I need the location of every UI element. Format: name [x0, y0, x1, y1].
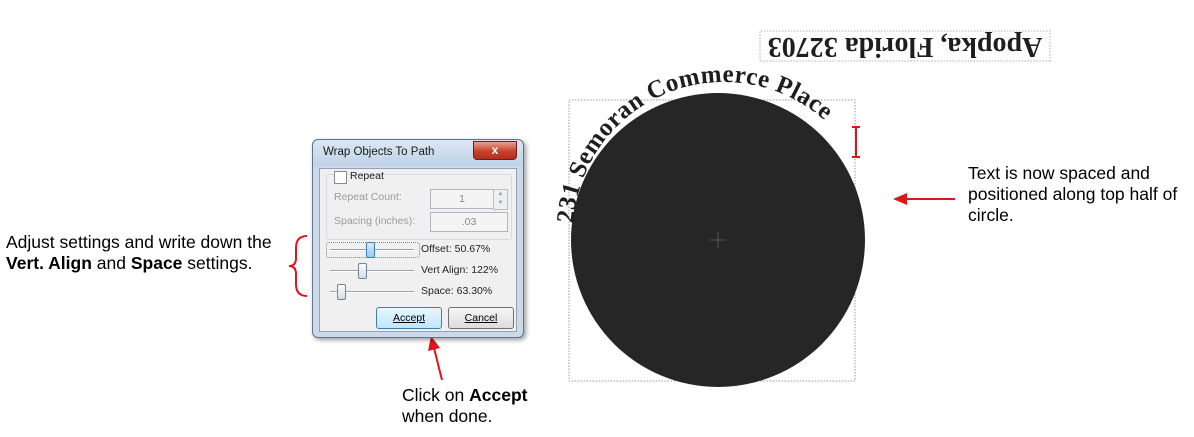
- offset-slider-thumb[interactable]: [366, 242, 375, 258]
- repeat-count-input[interactable]: 1: [430, 189, 494, 209]
- vert-align-slider-thumb[interactable]: [358, 263, 367, 279]
- space-label: Space: 63.30%: [421, 285, 493, 297]
- cancel-button[interactable]: Cancel: [448, 307, 514, 329]
- repeat-label: Repeat: [350, 170, 384, 182]
- spin-down-icon: ▼: [497, 200, 504, 206]
- repeat-count-label: Repeat Count:: [334, 191, 402, 203]
- accept-button[interactable]: Accept: [376, 307, 442, 329]
- vertical-gap-marker: [852, 126, 860, 158]
- dialog-title: Wrap Objects To Path: [323, 146, 435, 158]
- repeat-checkbox[interactable]: [334, 171, 347, 184]
- close-button[interactable]: x: [473, 141, 517, 160]
- wrap-objects-dialog: Wrap Objects To Path x Repeat Repeat Cou…: [312, 139, 524, 338]
- spacing-label: Spacing (inches):: [334, 215, 416, 227]
- dialog-titlebar[interactable]: Wrap Objects To Path x: [313, 140, 523, 166]
- bottom-arrow: [428, 336, 443, 381]
- vert-align-label: Vert Align: 122%: [421, 264, 499, 276]
- spin-up-icon: ▲: [497, 191, 504, 197]
- upside-down-text: Apopka, Florida 32703: [768, 31, 1043, 62]
- close-icon: x: [491, 143, 499, 157]
- spacing-input[interactable]: .03: [430, 212, 508, 232]
- curly-brace: [288, 235, 308, 297]
- repeat-count-spinner[interactable]: ▲ ▼: [493, 189, 508, 210]
- canvas-graphics: 231 Semoran Commerce Place Apopka, Flori…: [288, 30, 1051, 387]
- right-arrow: [893, 193, 955, 205]
- offset-label: Offset: 50.67%: [421, 243, 491, 255]
- vert-align-slider-track[interactable]: [330, 270, 414, 272]
- space-slider-thumb[interactable]: [337, 284, 346, 300]
- dialog-body: Repeat Repeat Count: 1 ▲ ▼ Spacing (inche…: [319, 168, 517, 332]
